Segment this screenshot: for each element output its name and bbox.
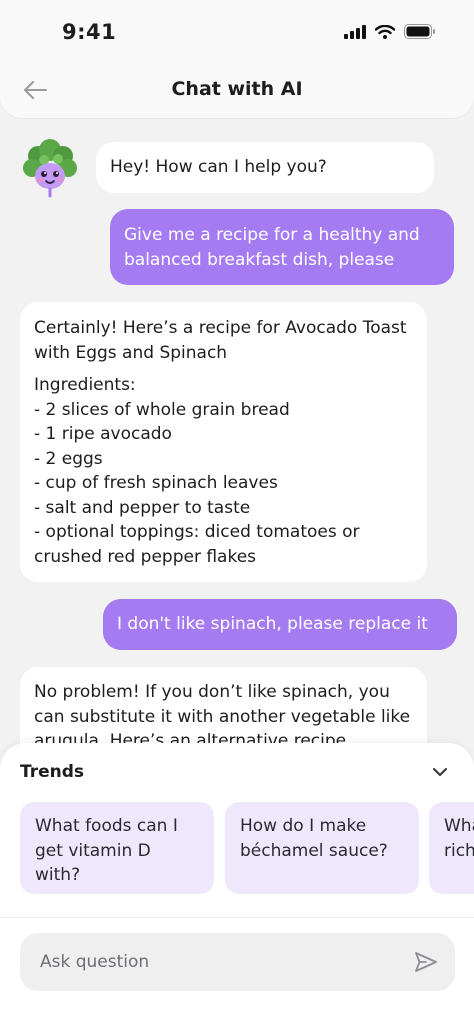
battery-icon bbox=[404, 24, 435, 39]
ask-question-input[interactable]: Ask question bbox=[20, 933, 455, 991]
send-icon[interactable] bbox=[413, 949, 439, 975]
recipe-line: - cup of fresh spinach leaves bbox=[34, 473, 278, 493]
user-message: I don't like spinach, please replace it bbox=[103, 599, 457, 650]
broccoli-avatar bbox=[23, 139, 77, 198]
user-message: Give me a recipe for a healthy and balan… bbox=[110, 209, 454, 285]
signal-icon bbox=[344, 24, 366, 39]
status-bar: 9:41 bbox=[0, 0, 474, 70]
header: Chat with AI bbox=[0, 62, 474, 118]
trend-card[interactable]: What foods can I get vitamin D with? bbox=[20, 802, 214, 894]
system-icons bbox=[344, 24, 436, 39]
recipe-line: - optional toppings: diced tomatoes or c… bbox=[34, 522, 360, 567]
chevron-down-icon[interactable] bbox=[430, 765, 450, 779]
recipe-line: - 1 ripe avocado bbox=[34, 424, 172, 444]
input-placeholder: Ask question bbox=[40, 952, 150, 972]
trend-card[interactable]: How do I make béchamel sauce? bbox=[225, 802, 419, 894]
status-time: 9:41 bbox=[62, 20, 117, 44]
page-title: Chat with AI bbox=[171, 78, 303, 100]
trends-carousel[interactable]: What foods can I get vitamin D with? How… bbox=[20, 802, 474, 894]
trends-panel: Trends What foods can I get vitamin D wi… bbox=[0, 743, 474, 1025]
divider bbox=[0, 917, 474, 918]
recipe-line: - salt and pepper to taste bbox=[34, 497, 251, 518]
recipe-intro: Certainly! Here’s a recipe for Avocado T… bbox=[34, 318, 407, 363]
chat-thread[interactable]: Hey! How can I help you? Give me a recip… bbox=[0, 118, 474, 748]
wifi-icon bbox=[375, 24, 395, 39]
recipe-line: Ingredients: bbox=[34, 375, 136, 395]
ai-message: No problem! If you don’t like spinach, y… bbox=[20, 667, 427, 748]
trend-card[interactable]: What foods are rich in fiber? bbox=[429, 802, 474, 894]
trends-title: Trends bbox=[20, 762, 85, 782]
ai-message-recipe: Certainly! Here’s a recipe for Avocado T… bbox=[20, 302, 427, 582]
recipe-line: - 2 eggs bbox=[34, 448, 103, 469]
recipe-line: - 2 slices of whole grain bread bbox=[34, 399, 290, 420]
ai-message: Hey! How can I help you? bbox=[96, 142, 434, 193]
